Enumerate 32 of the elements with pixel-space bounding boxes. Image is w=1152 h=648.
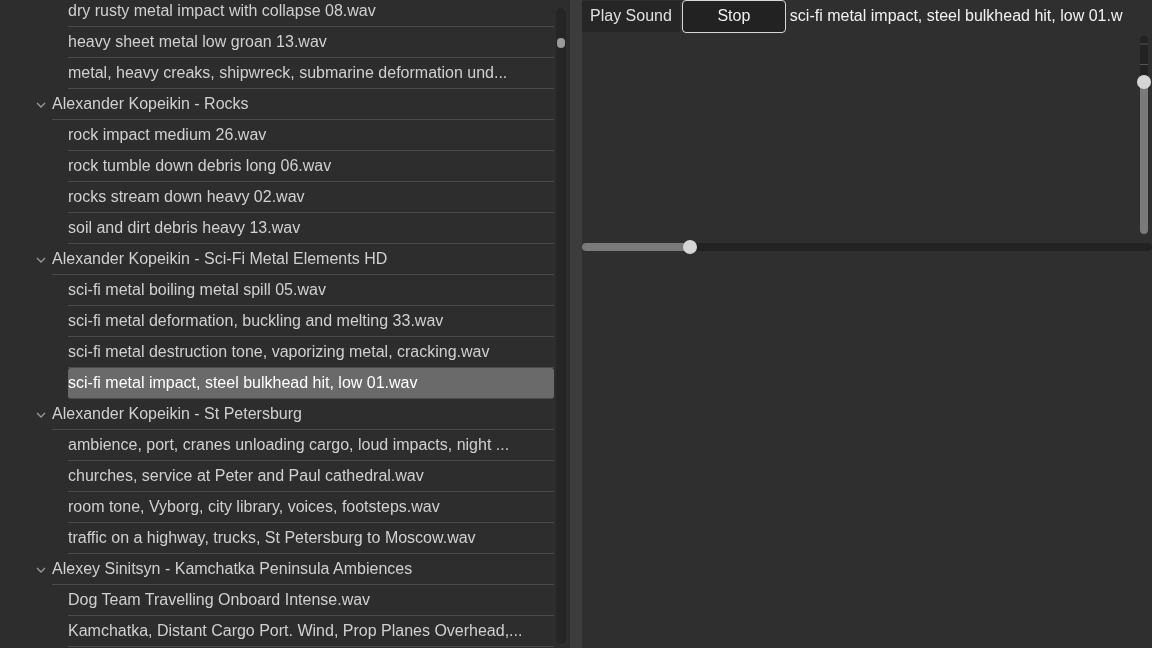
stop-button[interactable]: Stop: [681, 0, 786, 33]
volume-slider[interactable]: [1140, 36, 1148, 234]
file-item[interactable]: rock impact medium 26.wav: [68, 120, 554, 151]
play-sound-button[interactable]: Play Sound: [582, 0, 680, 32]
position-slider[interactable]: [582, 243, 1152, 251]
chevron-icon[interactable]: [36, 101, 46, 108]
file-item[interactable]: metal, heavy creaks, shipwreck, submarine deformation und...: [68, 58, 554, 89]
now-playing-title: sci-fi metal impact, steel bulkhead hit, low 01.w: [789, 7, 1123, 25]
file-item[interactable]: sci-fi metal deformation, buckling and melting 33.wav: [68, 306, 554, 337]
chevron-icon[interactable]: [36, 411, 46, 418]
file-item[interactable]: rocks stream down heavy 02.wav: [68, 182, 554, 213]
file-item[interactable]: dry rusty metal impact with collapse 08.wav: [68, 0, 554, 27]
scrollbar[interactable]: [556, 8, 566, 644]
file-item[interactable]: Dog Team Travelling Onboard Intense.wav: [68, 585, 554, 616]
file-item[interactable]: traffic on a highway, trucks, St Petersburg to Moscow.wav: [68, 523, 554, 554]
file-item[interactable]: Kamchatka, Distant Cargo Port. Wind, Prop Planes Overhead,...: [68, 616, 554, 647]
file-item[interactable]: churches, service at Peter and Paul cathedral.wav: [68, 461, 554, 492]
file-item[interactable]: soil and dirt debris heavy 13.wav: [68, 213, 554, 244]
file-item[interactable]: sci-fi metal impact, steel bulkhead hit, low 01.wav: [68, 368, 554, 399]
file-item[interactable]: heavy sheet metal low groan 13.wav: [68, 27, 554, 58]
folder-item[interactable]: Alexander Kopeikin - St Petersburg: [52, 399, 554, 430]
file-item[interactable]: rock tumble down debris long 06.wav: [68, 151, 554, 182]
volume-thumb[interactable]: [1137, 74, 1151, 89]
chevron-icon[interactable]: [36, 256, 46, 263]
file-item[interactable]: room tone, Vyborg, city library, voices, footsteps.wav: [68, 492, 554, 523]
chevron-icon[interactable]: [36, 566, 46, 573]
folder-item[interactable]: Alexander Kopeikin - Sci-Fi Metal Elements HD: [52, 244, 554, 275]
position-thumb[interactable]: [683, 240, 698, 254]
file-item[interactable]: ambience, port, cranes unloading cargo, loud impacts, night ...: [68, 430, 554, 461]
folder-item[interactable]: Alexander Kopeikin - Rocks: [52, 89, 554, 120]
folder-item[interactable]: Alexey Sinitsyn - Kamchatka Peninsula Ambiences: [52, 554, 554, 585]
file-item[interactable]: sci-fi metal boiling metal spill 05.wav: [68, 275, 554, 306]
